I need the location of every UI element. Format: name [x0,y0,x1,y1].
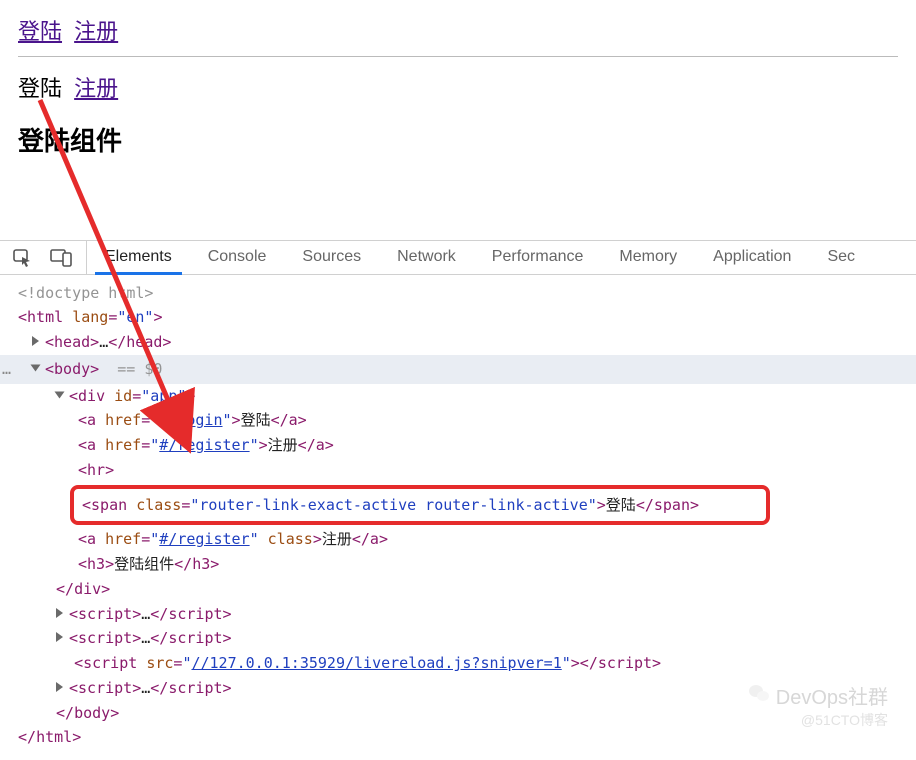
dom-a-login[interactable]: <a href="#/login">登陆</a> [0,408,916,433]
watermark-text-2: @51CTO博客 [748,710,888,730]
dom-html-open[interactable]: <html lang="en"> [0,305,916,330]
login-link-active: 登陆 [18,76,62,101]
expand-triangle-icon[interactable] [56,682,63,692]
tab-performance[interactable]: Performance [474,241,602,274]
dom-head[interactable]: <head>…</head> [0,330,916,355]
dom-script-src[interactable]: <script src="//127.0.0.1:35929/livereloa… [0,651,916,676]
dom-h3[interactable]: <h3>登陆组件</h3> [0,552,916,577]
expand-triangle-icon[interactable] [55,391,65,398]
tab-network[interactable]: Network [379,241,474,274]
rendered-page: 登陆 注册 登陆 注册 登陆组件 [0,0,916,158]
dom-doctype[interactable]: <!doctype html> [0,281,916,306]
devtools-toolbar-icons [12,241,87,274]
login-link-top[interactable]: 登陆 [18,19,62,44]
page-heading: 登陆组件 [18,121,898,158]
dom-a-register-2[interactable]: <a href="#/register" class>注册</a> [0,527,916,552]
dom-a-register[interactable]: <a href="#/register">注册</a> [0,433,916,458]
dom-div-close[interactable]: </div> [0,577,916,602]
link-row-mid: 登陆 注册 [18,71,898,103]
tab-console[interactable]: Console [190,241,285,274]
expand-triangle-icon[interactable] [31,364,41,371]
expand-triangle-icon[interactable] [32,336,39,346]
devtools-toolbar: Elements Console Sources Network Perform… [0,241,916,275]
tab-application[interactable]: Application [695,241,809,274]
expand-triangle-icon[interactable] [56,608,63,618]
expand-triangle-icon[interactable] [56,632,63,642]
inspect-icon[interactable] [12,247,32,267]
dom-script-2[interactable]: <script>…</script> [0,626,916,651]
page-divider [18,56,898,57]
dom-div-open[interactable]: <div id="app"> [0,384,916,409]
dom-body-open[interactable]: …<body> == $0 [0,355,916,384]
highlighted-node[interactable]: <span class="router-link-exact-active ro… [70,485,770,526]
tab-sources[interactable]: Sources [284,241,379,274]
tab-security[interactable]: Sec [809,241,873,274]
device-toggle-icon[interactable] [50,247,72,267]
tab-elements[interactable]: Elements [87,241,190,274]
devtools-tabs: Elements Console Sources Network Perform… [87,241,873,274]
register-link-top[interactable]: 注册 [74,19,118,44]
watermark: DevOps社群 @51CTO博客 [748,681,888,730]
dom-script-1[interactable]: <script>…</script> [0,602,916,627]
dom-hr[interactable]: <hr> [0,458,916,483]
register-link-mid[interactable]: 注册 [74,76,118,101]
wechat-icon [748,683,770,709]
tab-memory[interactable]: Memory [601,241,695,274]
link-row-top: 登陆 注册 [18,14,898,46]
watermark-text-1: DevOps社群 [776,681,888,710]
